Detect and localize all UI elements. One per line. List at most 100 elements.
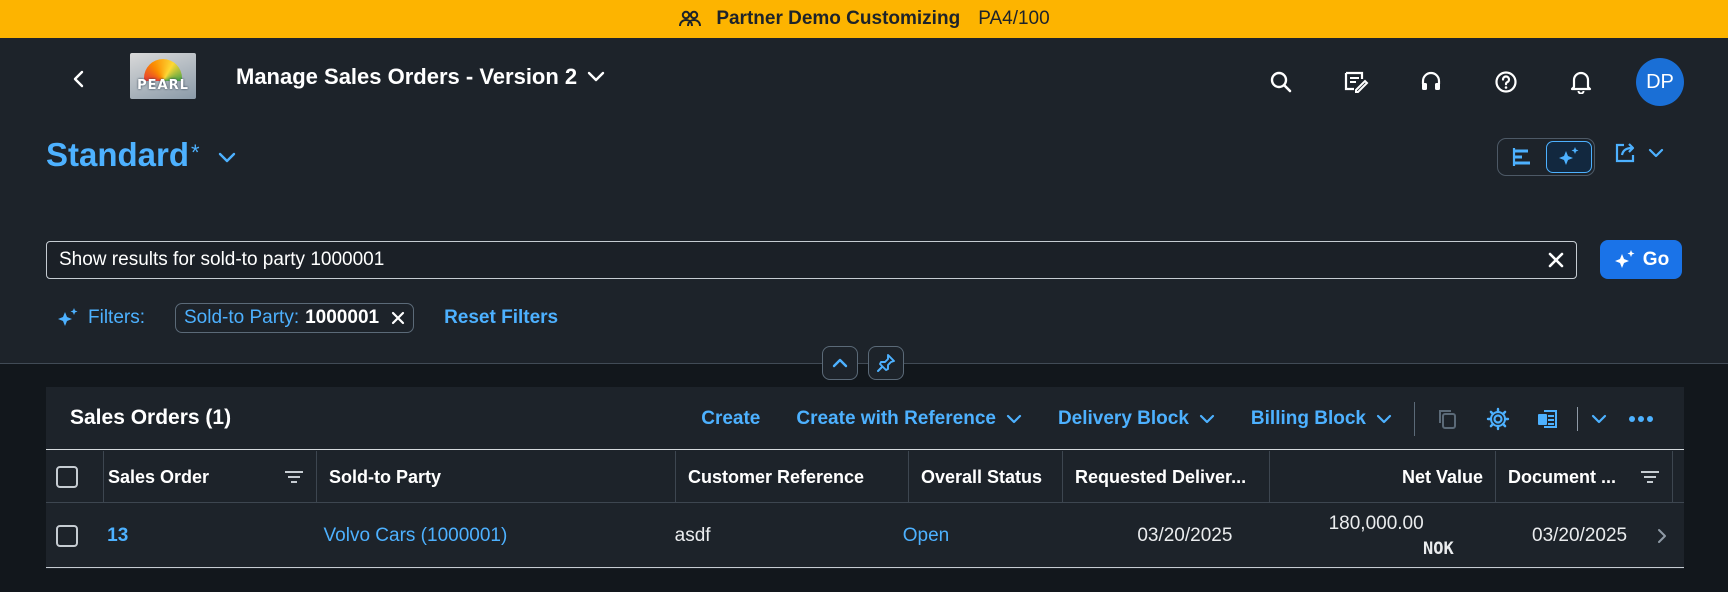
sparkle-icon xyxy=(1614,249,1635,268)
toolbar-separator xyxy=(1577,406,1578,431)
app-title: Manage Sales Orders - Version 2 xyxy=(236,64,578,89)
company-logo[interactable]: PEARL xyxy=(130,53,196,99)
compact-filter-toggle[interactable] xyxy=(1500,141,1546,173)
gear-icon xyxy=(1486,407,1510,430)
create-with-reference-label: Create with Reference xyxy=(796,407,996,429)
export-menu-button[interactable] xyxy=(1582,399,1616,439)
shell-actions: DP xyxy=(1243,58,1684,106)
chevron-down-icon xyxy=(218,152,235,163)
create-button[interactable]: Create xyxy=(701,408,760,430)
app-title-menu[interactable]: Manage Sales Orders - Version 2 xyxy=(236,64,605,90)
table-title: Sales Orders (1) xyxy=(70,406,232,429)
chevron-down-icon xyxy=(1648,148,1664,158)
select-all-checkbox[interactable] xyxy=(56,466,78,488)
create-with-reference-button[interactable]: Create with Reference xyxy=(796,408,1022,430)
close-icon xyxy=(391,311,405,325)
cell-net-value: 180,000.00 NOK xyxy=(1244,504,1465,568)
share-button[interactable] xyxy=(1614,142,1664,164)
system-client: PA4/100 xyxy=(978,8,1050,29)
overflow-icon xyxy=(1629,415,1653,422)
chevron-down-icon xyxy=(1006,414,1022,423)
cell-sales-order: 13 xyxy=(103,504,311,568)
copy-icon xyxy=(1439,409,1456,429)
sold-to-party-link[interactable]: Volvo Cars (1000001) xyxy=(324,525,508,547)
column-header-sales-order[interactable]: Sales Order xyxy=(104,451,317,503)
row-checkbox[interactable] xyxy=(56,525,78,547)
user-avatar[interactable]: DP xyxy=(1636,58,1684,106)
column-header-label: Sold-to Party xyxy=(329,466,442,487)
settings-button[interactable] xyxy=(1473,399,1523,439)
column-header-customer-reference[interactable]: Customer Reference xyxy=(676,451,909,503)
filters-label: Filters: xyxy=(88,307,145,328)
go-button[interactable]: Go xyxy=(1600,240,1682,279)
table-row[interactable]: 13 Volvo Cars (1000001) asdf Open 03/20/… xyxy=(46,504,1684,568)
sales-order-link[interactable]: 13 xyxy=(107,525,128,547)
chevron-down-icon xyxy=(1591,414,1607,423)
billing-block-button[interactable]: Billing Block xyxy=(1251,408,1392,430)
row-select-cell xyxy=(46,504,103,568)
more-actions-button[interactable] xyxy=(1616,399,1666,439)
variant-selector[interactable]: Standard * xyxy=(46,136,236,174)
overall-status-link[interactable]: Open xyxy=(903,525,949,547)
help-button[interactable] xyxy=(1468,62,1543,102)
partner-icon xyxy=(679,10,702,27)
cell-document-date: 03/20/2025 xyxy=(1466,504,1639,568)
collapse-header-button[interactable] xyxy=(822,346,858,380)
cell-requested-delivery: 03/20/2025 xyxy=(1042,504,1245,568)
back-icon xyxy=(73,70,84,88)
headset-icon xyxy=(1421,71,1440,90)
column-header-overall-status[interactable]: Overall Status xyxy=(909,451,1063,503)
clear-search-button[interactable] xyxy=(1536,251,1576,269)
column-header-sold-to-party[interactable]: Sold-to Party xyxy=(317,451,676,503)
toolbar-actions: Create Create with Reference Delivery Bl… xyxy=(665,387,1666,450)
requested-delivery-value: 03/20/2025 xyxy=(1137,525,1233,546)
column-header-label: Requested Deliver... xyxy=(1075,466,1247,487)
delivery-block-label: Delivery Block xyxy=(1057,407,1189,429)
search-input-text: Show results for sold-to party 1000001 xyxy=(59,249,385,270)
sparkle-icon xyxy=(58,308,78,326)
cell-overall-status: Open xyxy=(891,504,1042,568)
column-header-document-date[interactable]: Document ... xyxy=(1496,451,1673,503)
column-header-spacer xyxy=(1673,451,1684,503)
remove-filter-button[interactable] xyxy=(391,311,405,325)
document-date-value: 03/20/2025 xyxy=(1532,525,1628,546)
column-header-label: Net Value xyxy=(1401,466,1483,487)
column-header-label: Customer Reference xyxy=(688,466,865,487)
bar-list-icon xyxy=(1512,148,1530,166)
cell-customer-reference: asdf xyxy=(663,504,891,568)
column-header-label: Sales Order xyxy=(108,466,210,487)
export-button[interactable] xyxy=(1523,399,1573,439)
support-button[interactable] xyxy=(1393,62,1468,102)
notifications-button[interactable] xyxy=(1543,62,1618,102)
filter-chip-value: 1000001 xyxy=(305,307,380,328)
table-header: Sales Order Sold-to Party Customer Refer… xyxy=(46,451,1684,503)
column-header-label: Document ... xyxy=(1508,466,1617,487)
chevron-down-icon xyxy=(1199,414,1215,423)
copy-button[interactable] xyxy=(1423,399,1473,439)
row-navigation[interactable] xyxy=(1639,504,1684,568)
column-header-requested-delivery[interactable]: Requested Deliver... xyxy=(1063,451,1270,503)
net-value-amount: 180,000.00 xyxy=(1328,513,1424,534)
system-bar: Partner Demo Customizing PA4/100 xyxy=(0,0,1728,38)
reset-filters-link[interactable]: Reset Filters xyxy=(444,307,558,329)
variant-modified-marker: * xyxy=(191,140,200,165)
select-all-cell xyxy=(46,451,104,503)
filter-sort-icon xyxy=(1641,471,1659,483)
bell-icon xyxy=(1570,71,1591,94)
applied-filters: Filters: Sold-to Party: 1000001 Reset Fi… xyxy=(56,303,558,333)
pin-icon xyxy=(877,354,895,372)
column-header-net-value[interactable]: Net Value xyxy=(1270,451,1496,503)
shell-bar: PEARL Manage Sales Orders - Version 2 DP xyxy=(0,38,1728,118)
notes-button[interactable] xyxy=(1318,62,1393,102)
search-button[interactable] xyxy=(1243,62,1318,102)
back-button[interactable] xyxy=(62,62,96,96)
delivery-block-button[interactable]: Delivery Block xyxy=(1058,408,1215,430)
system-title: Partner Demo Customizing xyxy=(716,8,961,29)
ai-search-input[interactable]: Show results for sold-to party 1000001 xyxy=(46,241,1577,279)
customer-reference-value: asdf xyxy=(674,525,711,546)
pin-header-button[interactable] xyxy=(868,346,904,380)
filter-chip-sold-to-party[interactable]: Sold-to Party: 1000001 xyxy=(175,303,415,333)
chevron-down-icon xyxy=(1376,414,1392,423)
create-label: Create xyxy=(701,407,761,429)
ai-filter-toggle[interactable] xyxy=(1546,141,1592,173)
